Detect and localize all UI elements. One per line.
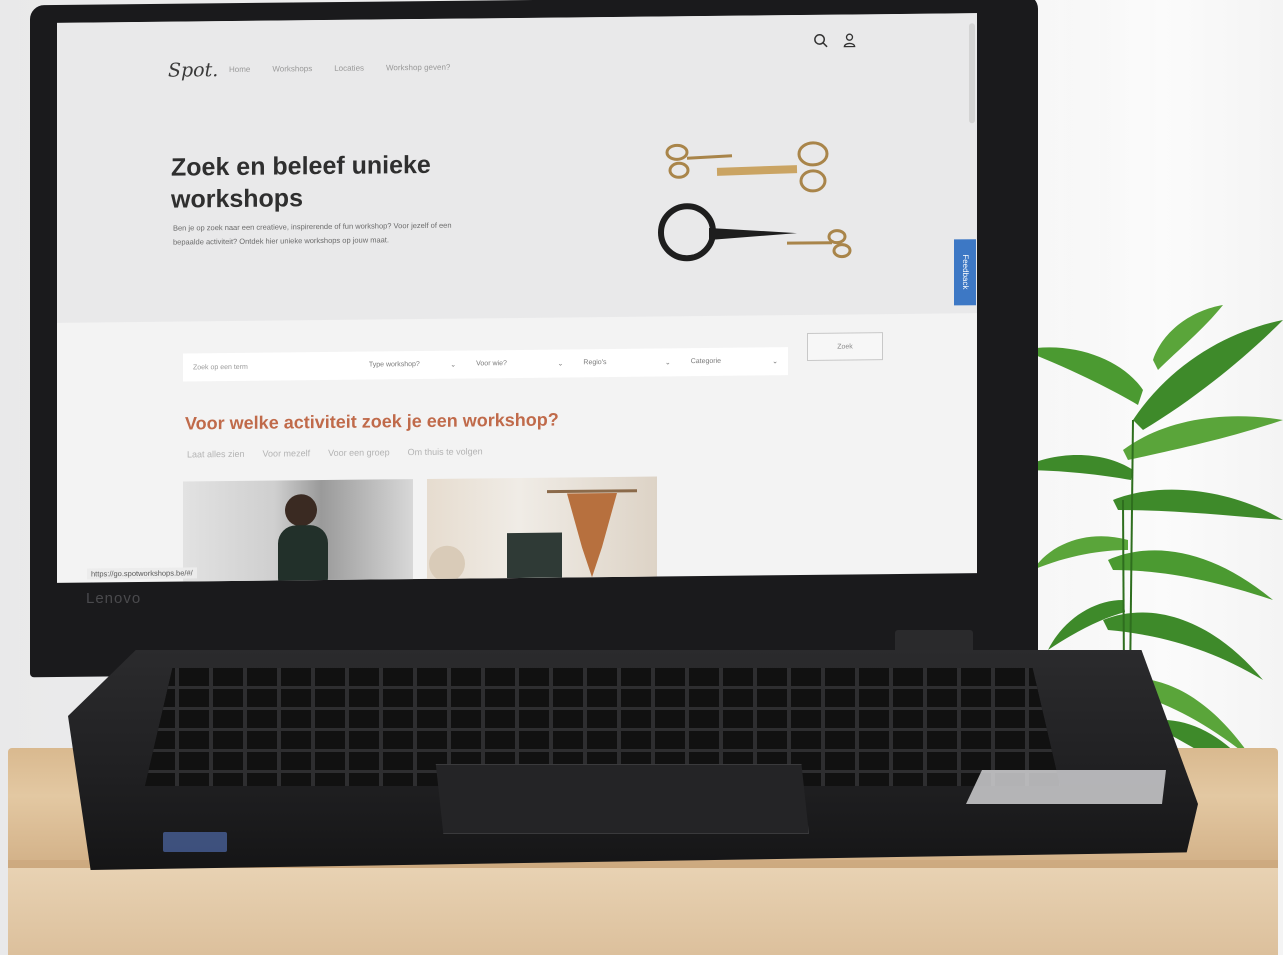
nav-link-locaties[interactable]: Locaties: [334, 64, 364, 73]
status-url: https://go.spotworkshops.be/#/: [87, 567, 197, 580]
scrollbar[interactable]: [969, 23, 975, 124]
filter-at-home[interactable]: Om thuis te volgen: [408, 446, 483, 457]
workshop-card[interactable]: [427, 476, 657, 583]
workshop-card-image: [429, 489, 637, 582]
hero-text: Ben je op zoek naar een creatieve, inspi…: [173, 220, 452, 247]
who-select-label: Voor wie?: [476, 360, 507, 368]
category-select-label: Categorie: [690, 357, 722, 366]
filter-myself[interactable]: Voor mezelf: [263, 448, 311, 458]
search-input[interactable]: Zoek op een term: [183, 362, 359, 371]
activity-filters: Laat alles zien Voor mezelf Voor een gro…: [187, 446, 483, 459]
site-logo[interactable]: Spot.: [168, 59, 218, 82]
laptop-brand-label: Lenovo: [86, 590, 142, 607]
nav-link-workshop-geven[interactable]: Workshop geven?: [386, 63, 450, 73]
user-icon[interactable]: [842, 32, 857, 48]
section-title: Voor welke activiteit zoek je een worksh…: [185, 409, 559, 434]
laptop-screen: Spot. Home Workshops Locaties Workshop g…: [57, 13, 977, 583]
who-select[interactable]: Voor wie? ⌄: [466, 359, 573, 368]
scissors-image: [658, 141, 852, 262]
region-select[interactable]: Regio's ⌄: [573, 358, 680, 367]
nav-icons: [813, 32, 857, 48]
feedback-tab[interactable]: Feedback: [954, 239, 976, 306]
type-select-label: Type workshop?: [368, 361, 420, 369]
chevron-down-icon: ⌄: [450, 361, 457, 369]
chevron-down-icon: ⌄: [664, 359, 671, 367]
hero-title: Zoek en beleef unieke workshops: [171, 150, 431, 214]
processor-sticker: [163, 832, 227, 852]
search-bar: Zoek op een term Type workshop? ⌄ Voor wi…: [183, 347, 788, 382]
search-button[interactable]: Zoek: [807, 332, 883, 361]
nav-link-home[interactable]: Home: [229, 65, 250, 74]
chevron-down-icon: ⌄: [557, 360, 564, 368]
nav-link-workshops[interactable]: Workshops: [272, 64, 312, 73]
palmrest-sticker: [966, 770, 1166, 804]
category-select[interactable]: Categorie ⌄: [681, 357, 788, 366]
touchpad: [435, 764, 809, 834]
search-icon[interactable]: [813, 33, 828, 48]
region-select-label: Regio's: [583, 359, 607, 367]
filter-all[interactable]: Laat alles zien: [187, 449, 245, 460]
filter-group[interactable]: Voor een groep: [328, 447, 390, 458]
workshop-card[interactable]: [183, 479, 413, 583]
workshop-card-image: [278, 494, 328, 583]
type-select[interactable]: Type workshop? ⌄: [359, 361, 466, 370]
chevron-down-icon: ⌄: [772, 358, 778, 366]
